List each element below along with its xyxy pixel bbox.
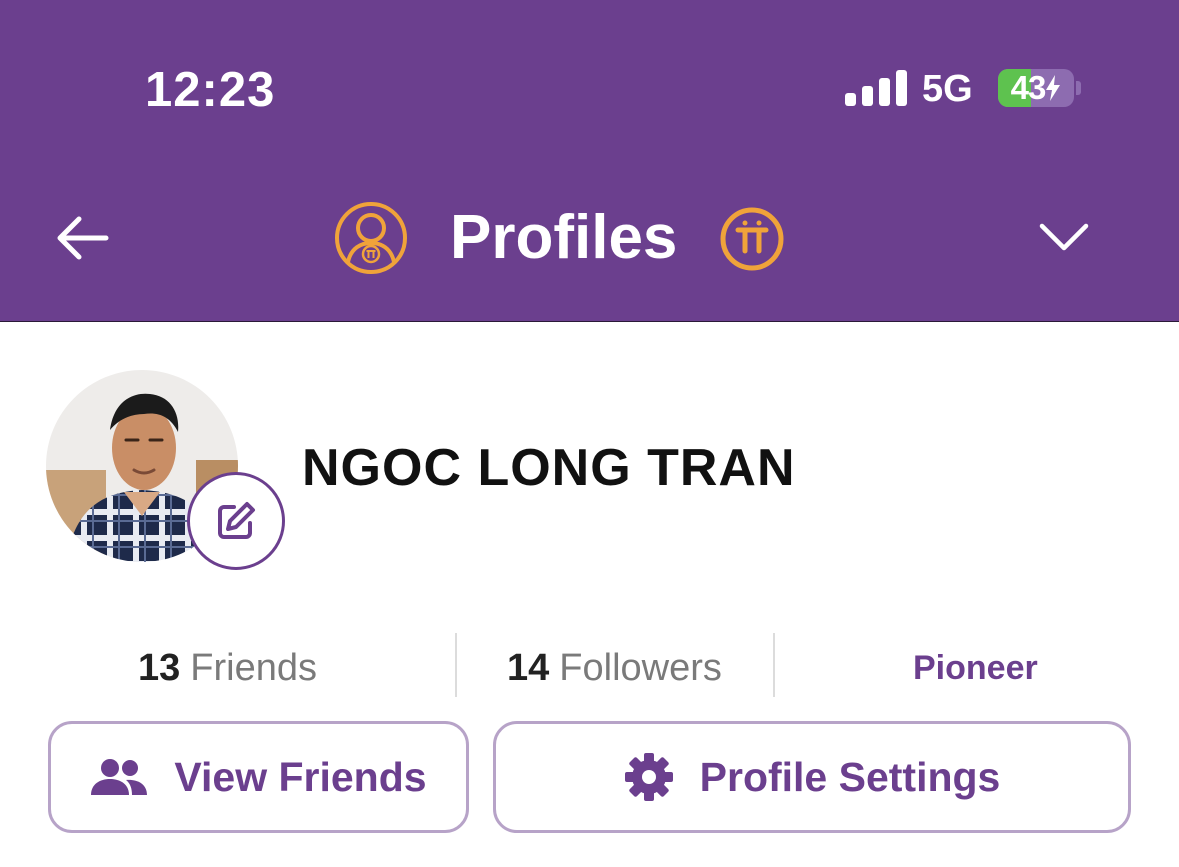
chevron-down-icon [1039, 223, 1089, 251]
view-friends-label: View Friends [174, 753, 427, 800]
followers-count: 14 [507, 647, 550, 689]
followers-stat: 14 Followers [507, 645, 722, 691]
pi-coin-icon [719, 206, 785, 272]
pencil-edit-icon [218, 502, 255, 539]
friends-stat: 13 Friends [138, 645, 317, 691]
profile-settings-button[interactable]: Profile Settings [493, 721, 1131, 833]
page-title: Profiles [450, 203, 678, 272]
status-time: 12:23 [145, 63, 276, 117]
battery-cap [1076, 81, 1081, 95]
back-button[interactable] [52, 210, 112, 266]
friends-count: 13 [138, 647, 181, 689]
role-badge: Pioneer [913, 649, 1038, 687]
charging-bolt-icon [1046, 75, 1061, 101]
followers-label: Followers [559, 647, 722, 689]
view-friends-button[interactable]: View Friends [48, 721, 469, 833]
pi-user-icon [333, 200, 409, 276]
stats-divider [773, 633, 775, 697]
network-type: 5G [922, 68, 973, 110]
signal-icon [845, 70, 907, 106]
user-name: NGOC LONG TRAN [302, 439, 796, 497]
friends-label: Friends [190, 647, 317, 689]
edit-avatar-button[interactable] [187, 472, 285, 570]
dropdown-button[interactable] [1036, 214, 1092, 260]
people-icon [90, 757, 148, 797]
stats-divider [455, 633, 457, 697]
battery-percent: 43 [1010, 69, 1047, 106]
profile-settings-label: Profile Settings [699, 753, 1001, 800]
battery-icon: 43 [998, 69, 1074, 107]
gear-icon [624, 752, 674, 802]
app-header: 12:23 5G 43 Profiles [0, 0, 1179, 322]
arrow-left-icon [57, 216, 109, 260]
